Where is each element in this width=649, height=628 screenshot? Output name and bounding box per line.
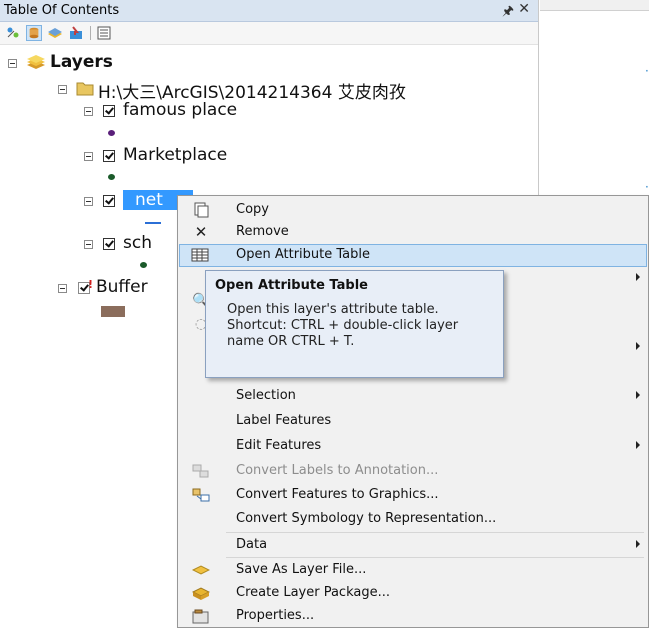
menu-item-label: Save As Layer File...: [236, 562, 367, 577]
remove-icon: ✕: [194, 223, 208, 241]
menu-item-label: Open Attribute Table: [236, 247, 371, 262]
collapse-expander[interactable]: [84, 152, 93, 161]
table-icon: [191, 248, 209, 262]
toc-title-bar: Table Of Contents 🖈 ✕: [0, 0, 538, 22]
menu-item-create-layer-package[interactable]: Create Layer Package...: [180, 582, 646, 605]
collapse-expander[interactable]: [58, 85, 67, 94]
menu-item-selection[interactable]: Selection: [180, 385, 646, 408]
menu-item-label: Convert Symbology to Representation...: [236, 511, 497, 526]
layer-name: famous place: [123, 100, 238, 120]
layer-visibility-checkbox[interactable]: [103, 238, 115, 250]
polygon-symbol[interactable]: [101, 306, 125, 317]
submenu-arrow-icon: [636, 540, 640, 548]
menu-item-label: Properties...: [236, 608, 315, 623]
tooltip-title: Open Attribute Table: [215, 278, 368, 293]
menu-item-label: Edit Features: [236, 438, 322, 453]
list-by-source-icon[interactable]: [26, 25, 42, 41]
point-symbol[interactable]: [108, 130, 115, 136]
map-feature-mark: ·: [645, 180, 649, 194]
menu-item-convert-features[interactable]: Convert Features to Graphics...: [180, 484, 646, 507]
layer-visibility-checkbox[interactable]: [103, 195, 115, 207]
menu-item-label-features[interactable]: Label Features: [180, 410, 646, 433]
collapse-expander[interactable]: [84, 107, 93, 116]
menu-item-label: Selection: [236, 388, 296, 403]
point-symbol[interactable]: [108, 174, 115, 180]
layer-visibility-checkbox[interactable]: [103, 150, 115, 162]
properties-icon: [192, 609, 209, 624]
layer-row[interactable]: famous place: [0, 100, 320, 124]
tree-root-layers[interactable]: Layers: [0, 52, 300, 76]
pin-icon[interactable]: 🖈: [502, 2, 514, 24]
submenu-arrow-icon: [636, 391, 640, 399]
options-icon[interactable]: [96, 25, 112, 41]
menu-item-label: Label Features: [236, 413, 332, 428]
menu-item-label: Remove: [236, 224, 289, 239]
collapse-expander[interactable]: [84, 240, 93, 249]
layer-name: Marketplace: [123, 145, 228, 165]
warning-icon: !: [88, 278, 94, 291]
list-by-visibility-icon[interactable]: [47, 25, 63, 41]
menu-item-copy[interactable]: Copy: [180, 199, 646, 222]
close-icon[interactable]: ✕: [518, 1, 530, 17]
list-by-selection-icon[interactable]: [68, 25, 84, 41]
menu-separator: [226, 557, 644, 558]
layer-visibility-checkbox[interactable]: [103, 105, 115, 117]
menu-item-label: Convert Features to Graphics...: [236, 487, 439, 502]
folder-icon: [76, 82, 94, 96]
menu-item-label: Copy: [236, 202, 269, 217]
menu-item-convert-labels[interactable]: Convert Labels to Annotation...: [180, 460, 646, 483]
layer-row[interactable]: Marketplace: [0, 145, 320, 169]
line-symbol[interactable]: [145, 222, 161, 224]
menu-item-properties[interactable]: Properties...: [180, 605, 646, 628]
menu-item-data[interactable]: Data: [180, 534, 646, 557]
menu-item-open-attribute-table[interactable]: Open Attribute Table: [179, 244, 647, 267]
point-symbol[interactable]: [140, 262, 147, 268]
layer-package-icon: [192, 587, 210, 600]
tree-root-label: Layers: [50, 52, 113, 72]
layer-name: sch: [123, 233, 152, 253]
copy-icon: [194, 202, 209, 218]
toc-title: Table Of Contents: [4, 3, 120, 18]
submenu-arrow-icon: [636, 441, 640, 449]
view-tab-strip: [540, 0, 649, 11]
map-feature-mark: ·: [645, 64, 649, 78]
toc-toolbar: [0, 22, 538, 45]
menu-item-convert-symbology[interactable]: Convert Symbology to Representation...: [180, 508, 646, 531]
menu-separator: [226, 532, 644, 533]
convert-features-icon: [192, 488, 210, 502]
layers-icon: [27, 55, 45, 69]
menu-item-save-as-layer-file[interactable]: Save As Layer File...: [180, 559, 646, 582]
tooltip-body: Open this layer's attribute table. Short…: [227, 302, 459, 349]
open-attribute-table-tooltip: Open Attribute Table Open this layer's a…: [205, 270, 504, 378]
menu-item-label: Data: [236, 537, 268, 552]
menu-item-remove[interactable]: ✕ Remove: [180, 221, 646, 244]
menu-item-label: Create Layer Package...: [236, 585, 390, 600]
layer-file-icon: [192, 565, 210, 575]
collapse-expander[interactable]: [58, 284, 67, 293]
list-by-drawing-order-icon[interactable]: [6, 25, 22, 41]
convert-labels-icon: [192, 464, 209, 478]
collapse-expander[interactable]: [84, 197, 93, 206]
menu-item-label: Convert Labels to Annotation...: [236, 463, 439, 478]
toolbar-separator: [90, 26, 91, 40]
layer-name: Buffer: [96, 277, 148, 297]
menu-item-edit-features[interactable]: Edit Features: [180, 435, 646, 458]
submenu-arrow-icon: [636, 342, 640, 350]
submenu-arrow-icon: [636, 273, 640, 281]
tree-folder[interactable]: H:\大三\ArcGIS\2014214364 艾皮肉孜: [0, 78, 538, 103]
collapse-expander[interactable]: [8, 59, 17, 68]
layer-context-menu: Copy ✕ Remove Open Attribute Table 🔍 ◌ S…: [177, 195, 649, 628]
